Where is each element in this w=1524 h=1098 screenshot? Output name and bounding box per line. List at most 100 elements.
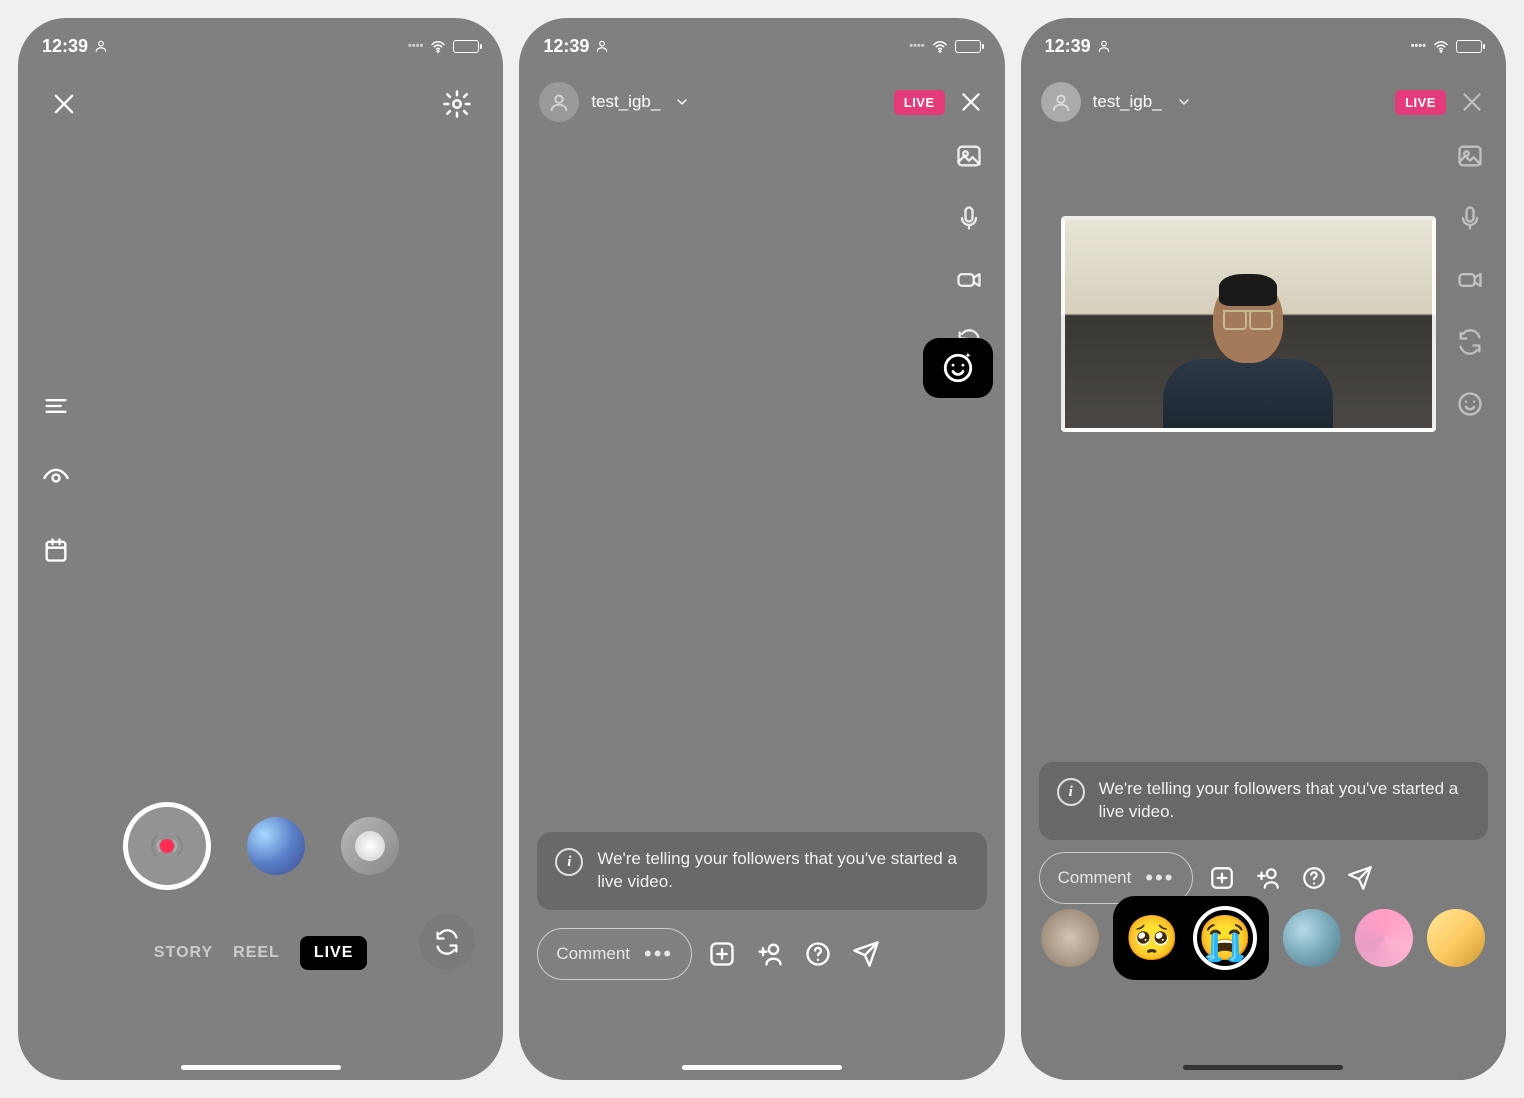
eye-icon bbox=[42, 464, 70, 492]
status-time: 12:39 bbox=[543, 36, 589, 57]
filter-carousel[interactable]: 🥺 😭 bbox=[1021, 896, 1506, 980]
question-icon[interactable] bbox=[804, 940, 832, 968]
person-icon bbox=[1097, 39, 1111, 53]
cell-signal-icon: •••• bbox=[408, 40, 423, 52]
filter-thumb-1[interactable] bbox=[1041, 909, 1099, 967]
effects-button-highlighted[interactable] bbox=[923, 338, 993, 398]
info-banner: i We're telling your followers that you'… bbox=[537, 832, 986, 910]
more-options-icon[interactable]: ••• bbox=[644, 941, 673, 967]
microphone-button[interactable] bbox=[1452, 200, 1488, 236]
info-text: We're telling your followers that you've… bbox=[1099, 778, 1470, 824]
microphone-icon bbox=[955, 204, 983, 232]
share-icon[interactable] bbox=[1347, 865, 1373, 891]
user-avatar[interactable] bbox=[1041, 82, 1081, 122]
add-guest-icon[interactable] bbox=[1255, 865, 1281, 891]
visibility-button[interactable] bbox=[38, 460, 74, 496]
close-icon bbox=[1459, 89, 1485, 115]
filter-thumb-4[interactable] bbox=[1283, 909, 1341, 967]
person-silhouette bbox=[1158, 278, 1338, 428]
switch-camera-button[interactable] bbox=[1452, 324, 1488, 360]
info-banner: i We're telling your followers that you'… bbox=[1039, 762, 1488, 840]
wifi-icon bbox=[429, 37, 447, 55]
screen-2-effects-highlight: 12:39 •••• test_igb_ LIVE bbox=[519, 18, 1004, 1080]
effects-button[interactable] bbox=[1452, 386, 1488, 422]
video-camera-icon bbox=[1456, 266, 1484, 294]
media-button[interactable] bbox=[1452, 138, 1488, 174]
media-button[interactable] bbox=[951, 138, 987, 174]
close-button[interactable] bbox=[957, 88, 985, 116]
effects-smiley-icon bbox=[1456, 390, 1484, 418]
mode-live-selected[interactable]: LIVE bbox=[300, 936, 368, 970]
close-button[interactable] bbox=[46, 86, 82, 122]
selected-filter-group: 🥺 😭 bbox=[1113, 896, 1269, 980]
wifi-icon bbox=[931, 37, 949, 55]
image-icon bbox=[955, 142, 983, 170]
add-media-icon[interactable] bbox=[708, 940, 736, 968]
comment-placeholder: Comment bbox=[556, 944, 630, 964]
filter-preview-frame bbox=[1061, 216, 1436, 432]
avatar-placeholder-icon bbox=[1050, 91, 1072, 113]
home-indicator[interactable] bbox=[1183, 1065, 1343, 1070]
battery-icon bbox=[1456, 40, 1482, 53]
person-icon bbox=[94, 39, 108, 53]
title-button[interactable] bbox=[38, 388, 74, 424]
close-icon bbox=[50, 90, 78, 118]
cell-signal-icon: •••• bbox=[909, 40, 924, 52]
status-bar: 12:39 •••• bbox=[1021, 18, 1506, 66]
triptych-container: 12:39 •••• bbox=[10, 10, 1514, 1088]
live-badge: LIVE bbox=[1395, 90, 1446, 115]
mode-reel[interactable]: REEL bbox=[233, 944, 280, 962]
battery-icon bbox=[955, 40, 981, 53]
schedule-button[interactable] bbox=[38, 532, 74, 568]
info-text: We're telling your followers that you've… bbox=[597, 848, 968, 894]
rotate-icon bbox=[1456, 328, 1484, 356]
chevron-down-icon[interactable] bbox=[1176, 94, 1192, 110]
calendar-icon bbox=[42, 536, 70, 564]
filter-thumb-5[interactable] bbox=[1355, 909, 1413, 967]
wifi-icon bbox=[1432, 37, 1450, 55]
battery-icon bbox=[453, 40, 479, 53]
more-options-icon[interactable]: ••• bbox=[1145, 865, 1174, 891]
emoji-filter-crying-selected[interactable]: 😭 bbox=[1193, 906, 1257, 970]
chevron-down-icon[interactable] bbox=[674, 94, 690, 110]
cell-signal-icon: •••• bbox=[1411, 40, 1426, 52]
filter-option-2[interactable] bbox=[341, 817, 399, 875]
add-media-icon[interactable] bbox=[1209, 865, 1235, 891]
flip-camera-button[interactable] bbox=[419, 914, 475, 970]
go-live-shutter[interactable] bbox=[123, 802, 211, 890]
person-icon bbox=[595, 39, 609, 53]
camera-toggle-button[interactable] bbox=[951, 262, 987, 298]
info-icon: i bbox=[1057, 778, 1085, 806]
settings-button[interactable] bbox=[439, 86, 475, 122]
filter-thumb-6[interactable] bbox=[1427, 909, 1485, 967]
status-time: 12:39 bbox=[42, 36, 88, 57]
filter-option-1[interactable] bbox=[247, 817, 305, 875]
comment-input[interactable]: Comment ••• bbox=[537, 928, 692, 980]
user-avatar[interactable] bbox=[539, 82, 579, 122]
question-icon[interactable] bbox=[1301, 865, 1327, 891]
screen-3-filter-selected: 12:39 •••• test_igb_ LIVE bbox=[1021, 18, 1506, 1080]
flip-icon bbox=[433, 928, 461, 956]
comment-placeholder: Comment bbox=[1058, 868, 1132, 888]
emoji-filter-pleading[interactable]: 🥺 bbox=[1125, 911, 1179, 965]
screen-1-camera-mode: 12:39 •••• bbox=[18, 18, 503, 1080]
status-bar: 12:39 •••• bbox=[18, 18, 503, 66]
username-label[interactable]: test_igb_ bbox=[1093, 92, 1162, 112]
username-label[interactable]: test_igb_ bbox=[591, 92, 660, 112]
add-guest-icon[interactable] bbox=[756, 940, 784, 968]
camera-toggle-button[interactable] bbox=[1452, 262, 1488, 298]
home-indicator[interactable] bbox=[181, 1065, 341, 1070]
status-bar: 12:39 •••• bbox=[519, 18, 1004, 66]
info-icon: i bbox=[555, 848, 583, 876]
avatar-placeholder-icon bbox=[548, 91, 570, 113]
image-icon bbox=[1456, 142, 1484, 170]
mode-story[interactable]: STORY bbox=[154, 944, 213, 962]
close-icon bbox=[958, 89, 984, 115]
microphone-icon bbox=[1456, 204, 1484, 232]
share-icon[interactable] bbox=[852, 940, 880, 968]
microphone-button[interactable] bbox=[951, 200, 987, 236]
close-button[interactable] bbox=[1458, 88, 1486, 116]
live-badge: LIVE bbox=[894, 90, 945, 115]
gear-icon bbox=[442, 89, 472, 119]
home-indicator[interactable] bbox=[682, 1065, 842, 1070]
